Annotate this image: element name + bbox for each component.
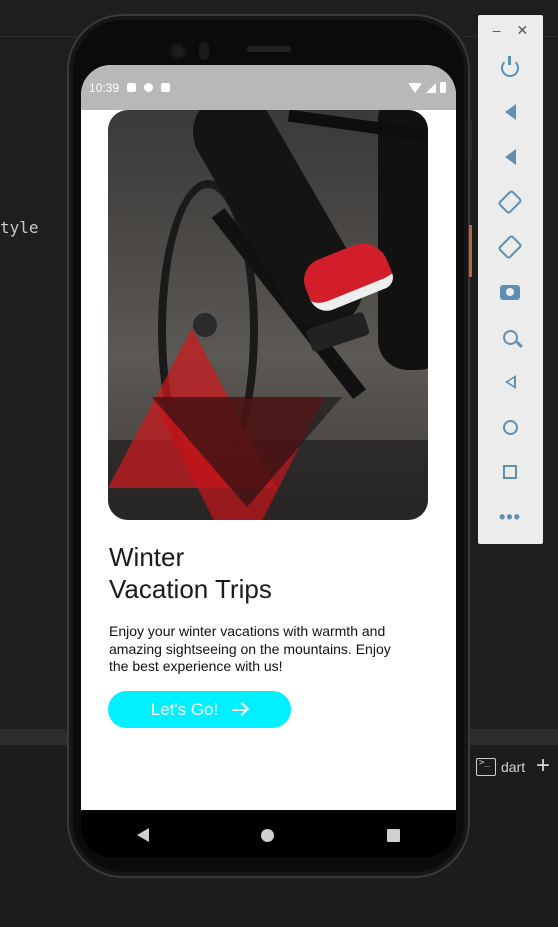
back-icon bbox=[504, 375, 516, 389]
rotate-left-button[interactable] bbox=[497, 189, 523, 215]
volume-down-button[interactable] bbox=[497, 144, 523, 170]
code-fragment: tyle bbox=[0, 218, 39, 237]
volume-down-icon bbox=[504, 149, 516, 165]
zoom-in-icon bbox=[502, 329, 518, 345]
phone-screen: 10:39 Winter Vacation Trips Enjoy your w… bbox=[81, 65, 456, 810]
home-icon bbox=[502, 419, 518, 435]
arrow-right-icon bbox=[232, 703, 248, 717]
page-title: Winter Vacation Trips bbox=[109, 541, 272, 605]
zoom-button[interactable] bbox=[497, 324, 523, 350]
notification-f-icon bbox=[144, 83, 154, 92]
volume-up-icon bbox=[504, 104, 516, 120]
more-icon: ••• bbox=[499, 506, 521, 527]
android-nav-bar bbox=[81, 813, 456, 857]
screenshot-button[interactable] bbox=[497, 279, 523, 305]
volume-rocker-highlight bbox=[469, 225, 472, 277]
front-sensor bbox=[199, 42, 209, 60]
overview-icon bbox=[503, 465, 517, 479]
title-line-1: Winter bbox=[109, 542, 185, 572]
wifi-icon bbox=[408, 82, 422, 93]
close-button[interactable]: ✕ bbox=[517, 22, 529, 39]
back-button[interactable] bbox=[497, 369, 523, 395]
emulator-toolbar: – ✕ ••• bbox=[478, 15, 543, 544]
cell-signal-icon bbox=[426, 82, 436, 93]
status-time: 10:39 bbox=[89, 80, 120, 95]
rotate-right-button[interactable] bbox=[497, 234, 523, 260]
battery-icon bbox=[440, 82, 446, 93]
phone-device-frame: 10:39 Winter Vacation Trips Enjoy your w… bbox=[67, 14, 470, 878]
status-bar: 10:39 bbox=[81, 65, 456, 110]
notification-a-icon bbox=[127, 83, 137, 92]
lets-go-label: Let's Go! bbox=[150, 699, 219, 719]
phone-side-button bbox=[469, 120, 472, 160]
rotate-right-icon bbox=[497, 234, 523, 260]
hero-image-cyclist bbox=[108, 110, 428, 520]
earpiece-speaker bbox=[247, 46, 291, 52]
nav-back-icon[interactable] bbox=[137, 828, 150, 842]
description-text: Enjoy your winter vacations with warmth … bbox=[109, 623, 391, 674]
home-button[interactable] bbox=[497, 414, 523, 440]
power-button[interactable] bbox=[497, 55, 523, 81]
cyclist-leg-back bbox=[378, 110, 428, 370]
title-line-2: Vacation Trips bbox=[109, 574, 272, 604]
add-terminal-button[interactable]: + bbox=[536, 752, 550, 780]
sd-card-icon bbox=[161, 83, 171, 92]
power-icon bbox=[501, 56, 519, 77]
dark-triangle-overlay bbox=[152, 397, 342, 507]
camera-icon bbox=[500, 284, 520, 300]
minimize-button[interactable]: – bbox=[493, 22, 501, 38]
overview-button[interactable] bbox=[497, 459, 523, 485]
terminal-tab-label: dart bbox=[501, 759, 526, 775]
rotate-left-icon bbox=[497, 189, 523, 215]
terminal-tab-dart[interactable]: dart bbox=[476, 756, 525, 778]
lets-go-button[interactable]: Let's Go! bbox=[108, 691, 291, 728]
front-camera bbox=[169, 42, 187, 60]
nav-recents-icon[interactable] bbox=[386, 828, 400, 842]
terminal-icon bbox=[476, 758, 496, 776]
nav-home-icon[interactable] bbox=[261, 828, 275, 842]
volume-up-button[interactable] bbox=[497, 99, 523, 125]
more-options-button[interactable]: ••• bbox=[497, 504, 523, 530]
